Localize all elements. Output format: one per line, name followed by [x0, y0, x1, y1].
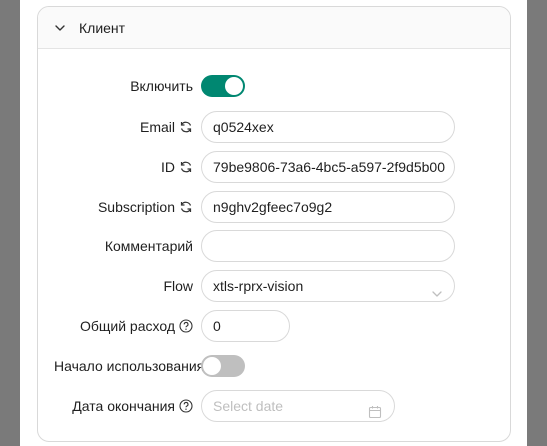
total-label: Общий расход	[80, 310, 193, 342]
comment-control	[201, 230, 455, 262]
id-label-text: ID	[161, 159, 175, 175]
client-panel: Клиент Включить Email q0524xex ID 79be98…	[37, 6, 511, 442]
expiry-date-picker[interactable]: Select date	[201, 390, 395, 422]
comment-row: Комментарий	[38, 230, 510, 262]
help-icon[interactable]	[179, 399, 193, 413]
total-control: 0	[201, 310, 290, 342]
id-row: ID 79be9806-73a6-4bc5-a597-2f9d5b00	[38, 151, 510, 183]
start-on-use-label: Начало использования	[54, 350, 204, 382]
id-label: ID	[161, 151, 193, 183]
calendar-icon	[368, 399, 382, 421]
refresh-icon[interactable]	[179, 120, 193, 134]
flow-select-value: xtls-rprx-vision	[213, 278, 304, 294]
chevron-down-icon	[53, 21, 67, 35]
enable-row: Включить	[38, 70, 510, 102]
start-on-use-row: Начало использования	[38, 350, 510, 382]
email-label-text: Email	[139, 119, 175, 135]
comment-field[interactable]	[201, 230, 455, 262]
comment-label: Комментарий	[105, 230, 193, 262]
email-row: Email q0524xex	[38, 111, 510, 143]
total-label-text: Общий расход	[79, 318, 175, 334]
expiry-label-text: Дата окончания	[72, 398, 175, 414]
expiry-label: Дата окончания	[72, 390, 193, 422]
expiry-control: Select date	[201, 390, 395, 422]
client-panel-header[interactable]: Клиент	[38, 7, 510, 49]
flow-label-text: Flow	[163, 278, 193, 294]
email-control: q0524xex	[201, 111, 455, 143]
expiry-row: Дата окончания Select date	[38, 390, 510, 422]
refresh-icon[interactable]	[179, 200, 193, 214]
panel-title: Клиент	[79, 19, 126, 36]
chevron-down-icon	[431, 280, 443, 310]
subscription-row: Subscription n9ghv2gfeec7o9g2	[38, 191, 510, 223]
total-row: Общий расход 0	[38, 310, 510, 342]
subscription-field[interactable]: n9ghv2gfeec7o9g2	[201, 191, 455, 223]
id-control: 79be9806-73a6-4bc5-a597-2f9d5b00	[201, 151, 455, 183]
subscription-label: Subscription	[98, 191, 193, 223]
subscription-control: n9ghv2gfeec7o9g2	[201, 191, 455, 223]
enable-label-text: Включить	[130, 78, 193, 94]
comment-label-text: Комментарий	[104, 238, 193, 254]
modal-dialog: Клиент Включить Email q0524xex ID 79be98…	[20, 0, 527, 446]
email-label: Email	[140, 111, 193, 143]
switch-knob	[203, 357, 221, 375]
flow-label: Flow	[163, 270, 193, 302]
help-icon[interactable]	[179, 319, 193, 333]
flow-select[interactable]: xtls-rprx-vision	[201, 270, 455, 302]
email-field[interactable]: q0524xex	[201, 111, 455, 143]
enable-switch[interactable]	[201, 75, 245, 97]
expiry-placeholder: Select date	[213, 398, 284, 414]
flow-control: xtls-rprx-vision	[201, 270, 455, 302]
subscription-label-text: Subscription	[97, 199, 175, 215]
start-on-use-label-text: Начало использования	[54, 358, 205, 374]
switch-knob	[225, 77, 243, 95]
enable-label: Включить	[130, 70, 193, 102]
flow-row: Flow xtls-rprx-vision	[38, 270, 510, 302]
start-on-use-switch[interactable]	[201, 355, 245, 377]
id-field[interactable]: 79be9806-73a6-4bc5-a597-2f9d5b00	[201, 151, 455, 183]
refresh-icon[interactable]	[179, 160, 193, 174]
total-field[interactable]: 0	[201, 310, 290, 342]
